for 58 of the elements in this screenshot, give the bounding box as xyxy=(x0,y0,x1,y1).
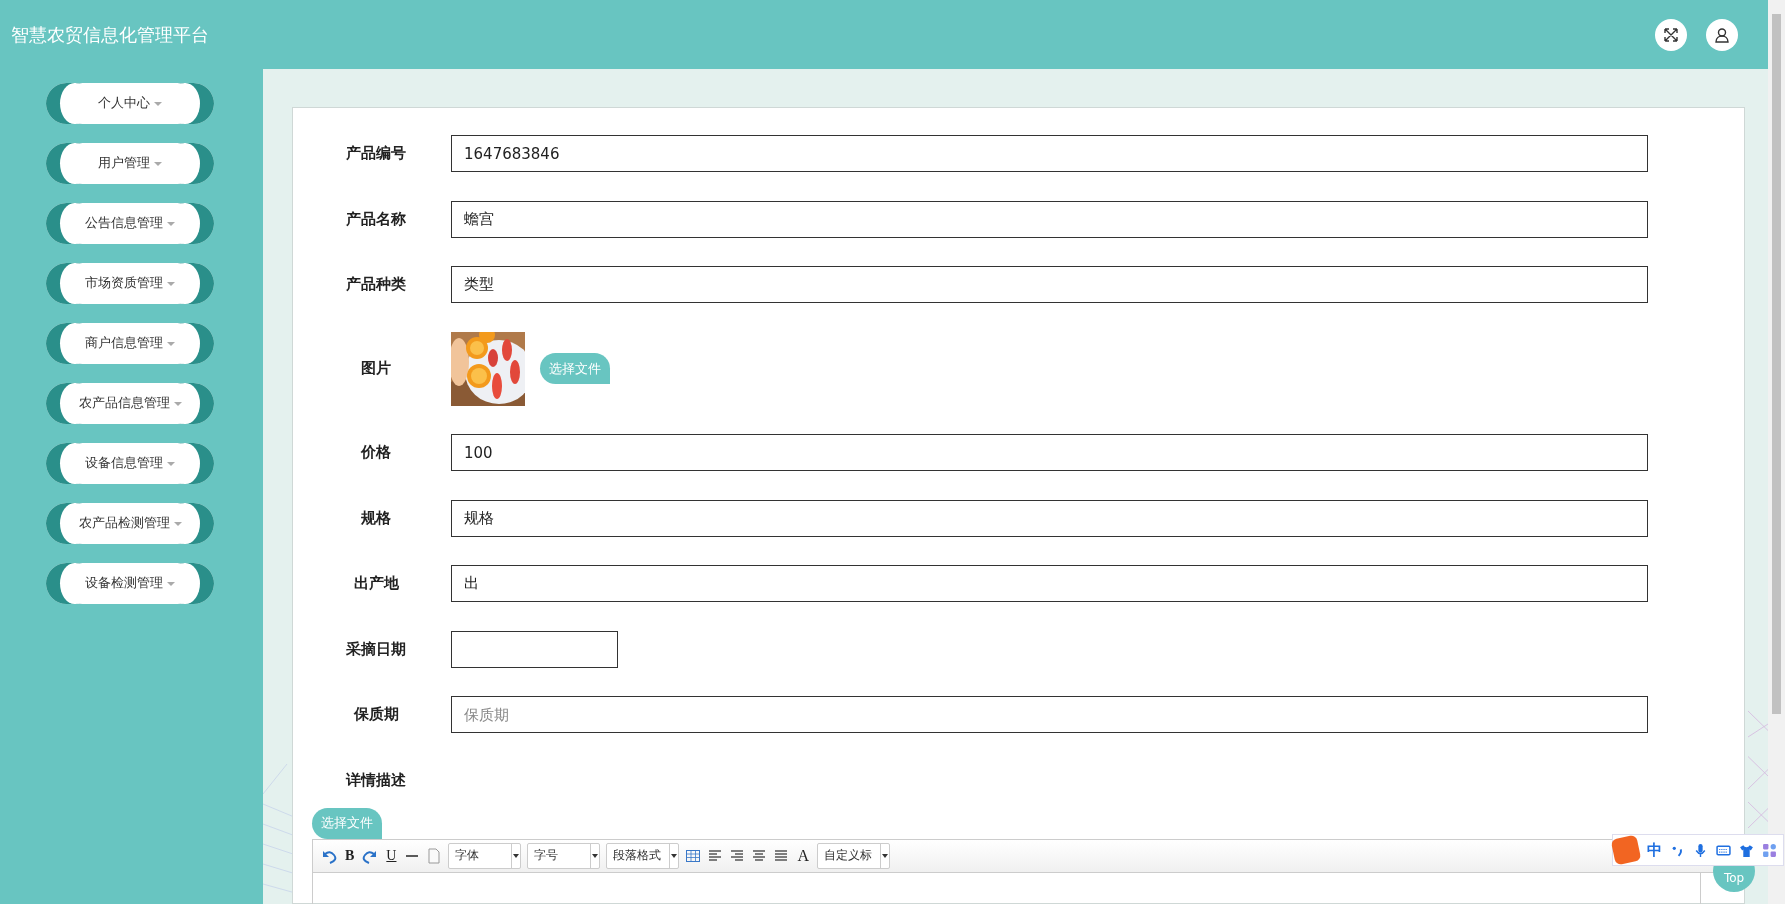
input-field[interactable]: 规格 xyxy=(451,499,1648,537)
toolbar-dropdown[interactable]: 字号 xyxy=(527,842,601,869)
menu-item[interactable]: 农产品信息管理 xyxy=(46,383,214,424)
align-right-icon[interactable] xyxy=(729,847,746,864)
toolbar-dropdown[interactable]: 段落格式 xyxy=(606,842,680,869)
microphone-icon[interactable] xyxy=(1693,842,1708,858)
input-field[interactable]: 类型 xyxy=(451,266,1648,303)
field-label: 规格 xyxy=(360,508,392,528)
apps-icon[interactable] xyxy=(1762,842,1777,858)
menu-item[interactable]: 农产品检测管理 xyxy=(46,503,214,544)
font-color-button[interactable]: A xyxy=(795,846,812,865)
date-field[interactable] xyxy=(451,630,618,668)
input-mode-toggle[interactable]: 中 xyxy=(1647,840,1662,860)
field-label: 图片 xyxy=(360,359,392,378)
menu-item[interactable]: 用户管理 xyxy=(46,143,214,184)
bold-button[interactable]: B xyxy=(343,847,357,864)
field-label: 保质期 xyxy=(352,705,400,724)
scrollbar[interactable] xyxy=(1768,0,1785,904)
fullscreen-icon[interactable] xyxy=(1655,18,1687,51)
caret-icon xyxy=(167,341,175,346)
menu-item[interactable]: 设备检测管理 xyxy=(46,563,214,604)
keyboard-icon[interactable] xyxy=(1716,842,1731,858)
caret-icon xyxy=(167,461,175,466)
caret-icon xyxy=(154,101,162,106)
caret-icon xyxy=(167,281,175,286)
input-field[interactable]: 1647683846 xyxy=(451,135,1648,172)
field-label: 价格 xyxy=(360,443,392,462)
toolbar-dropdown[interactable]: 字体 xyxy=(448,842,522,869)
caret-icon xyxy=(173,521,182,526)
field-label: 产品种类 xyxy=(345,275,407,294)
user-icon[interactable] xyxy=(1706,18,1738,51)
align-center-icon[interactable] xyxy=(751,847,768,864)
caret-icon xyxy=(173,401,182,406)
field-label: 采摘日期 xyxy=(345,639,407,659)
input-field[interactable]: 100 xyxy=(451,434,1648,471)
app-title: 智慧农贸信息化管理平台 xyxy=(11,22,209,47)
field-label: 出产地 xyxy=(352,574,400,593)
underline-button[interactable]: U xyxy=(384,847,399,864)
input-field[interactable]: 保质期 xyxy=(451,696,1648,733)
caret-icon xyxy=(154,161,162,166)
shirt-icon[interactable] xyxy=(1739,842,1754,858)
caret-icon xyxy=(167,221,175,226)
table-icon[interactable] xyxy=(685,847,702,864)
menu-item[interactable]: 市场资质管理 xyxy=(46,263,214,304)
field-label: 产品名称 xyxy=(345,209,407,229)
input-field[interactable]: 蟾宫 xyxy=(451,200,1648,238)
menu-item[interactable]: 公告信息管理 xyxy=(46,203,214,244)
toolbar-dropdown[interactable]: 自定义标 xyxy=(817,842,891,869)
justify-icon[interactable] xyxy=(773,847,790,864)
input-field[interactable]: 出 xyxy=(451,565,1648,602)
menu-item[interactable]: 设备信息管理 xyxy=(46,443,214,484)
ime-logo-icon[interactable] xyxy=(1610,834,1642,866)
menu-item[interactable]: 个人中心 xyxy=(46,83,214,124)
field-label: 详情描述 xyxy=(344,770,407,790)
align-left-icon[interactable] xyxy=(707,847,724,864)
caret-icon xyxy=(167,581,175,586)
menu-item[interactable]: 商户信息管理 xyxy=(46,323,214,364)
field-label: 产品编号 xyxy=(345,144,407,163)
